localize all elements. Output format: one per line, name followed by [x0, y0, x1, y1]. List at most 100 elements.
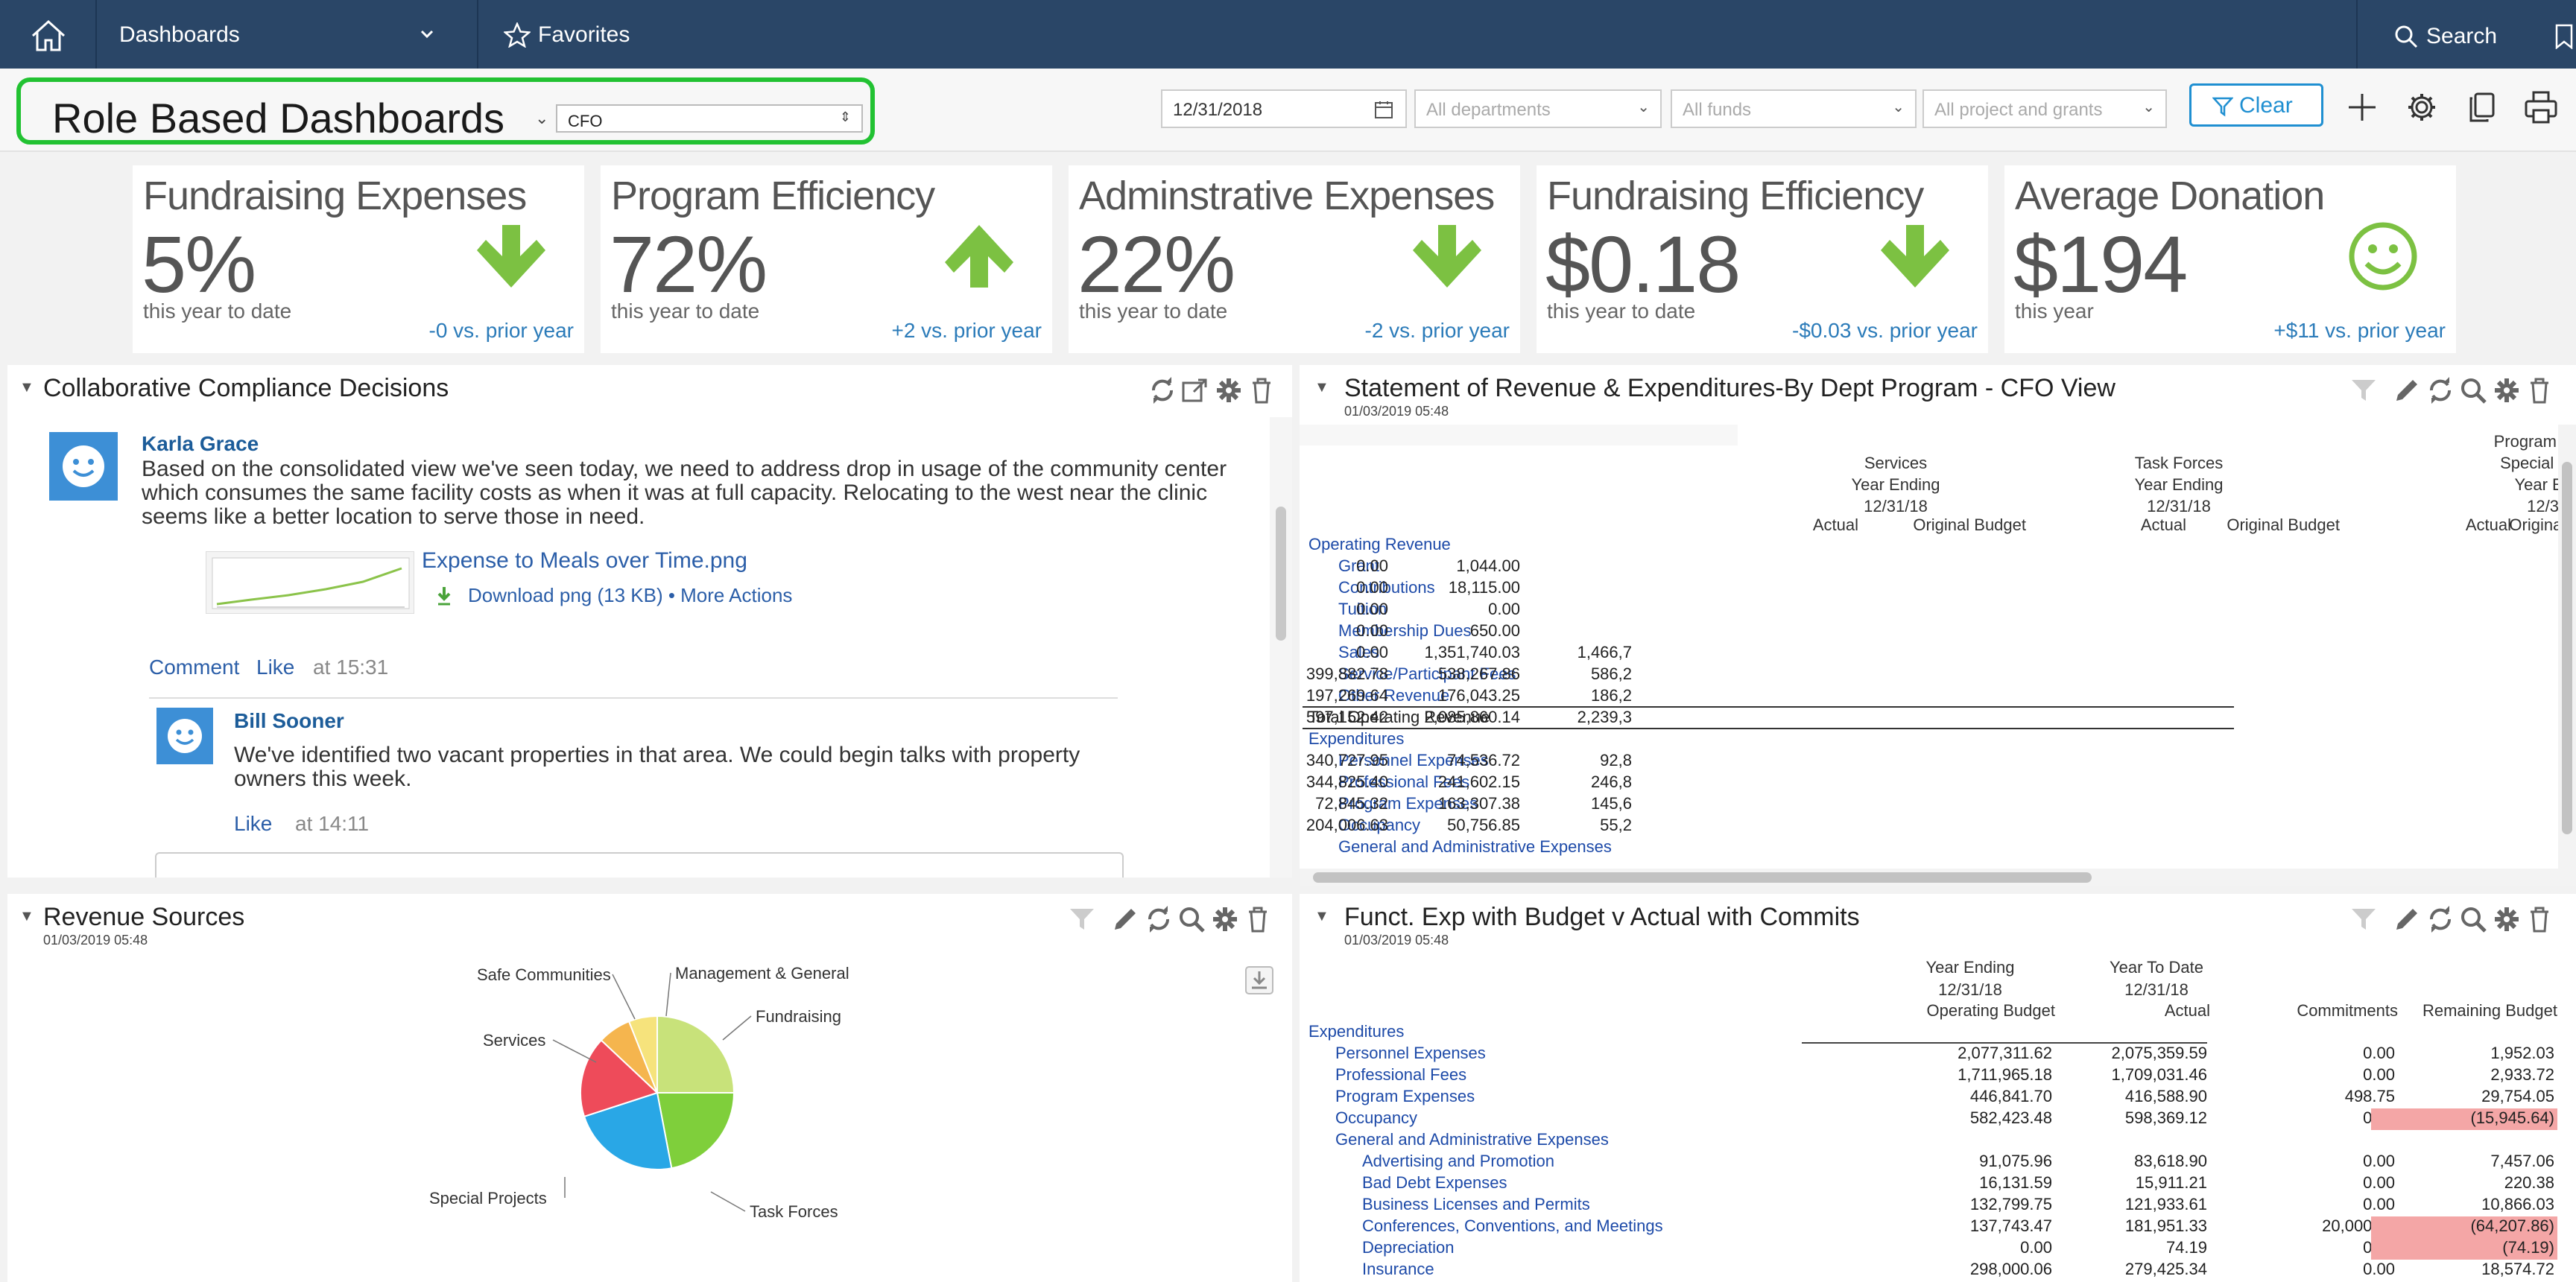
search-icon[interactable]	[2458, 904, 2488, 934]
row-label[interactable]: Operating Revenue	[1308, 535, 1451, 554]
search-button[interactable]: Search	[2426, 24, 2497, 49]
date-filter[interactable]: 12/31/2018	[1161, 89, 1407, 128]
calendar-icon[interactable]	[1374, 100, 1393, 119]
row-label[interactable]: Insurance	[1362, 1260, 1434, 1279]
table-row[interactable]: Tuition0.000.001,807,805.000.000.00	[1300, 600, 2559, 621]
kpi-card-fundraising-expenses[interactable]: Fundraising Expenses 5% this year to dat…	[133, 165, 584, 353]
kpi-card-fundraising-efficiency[interactable]: Fundraising Efficiency $0.18 this year t…	[1537, 165, 1988, 353]
post-author[interactable]: Bill Sooner	[234, 709, 344, 733]
row-label[interactable]: Occupancy	[1335, 1108, 1417, 1128]
gear-icon[interactable]	[1214, 375, 1244, 405]
table-row[interactable]: Professional Fees672,446.53678,714.86269…	[1300, 772, 2559, 794]
kpi-card-average-donation[interactable]: Average Donation $194 this year +$11 vs.…	[2004, 165, 2456, 353]
like-link[interactable]: Like	[234, 812, 272, 836]
reply-input[interactable]	[155, 852, 1124, 878]
table-row[interactable]: Total Operating Revenue1,481,586.781,342…	[1300, 706, 2559, 729]
row-label[interactable]: Bad Debt Expenses	[1362, 1173, 1507, 1193]
role-select[interactable]: CFO ⇕	[556, 104, 863, 133]
table-row[interactable]: Program Expenses100,321.88191,882.6983,7…	[1300, 794, 2559, 816]
table-row[interactable]: Depreciation0.0074.190.00(74.19)	[1300, 1238, 2576, 1260]
pencil-icon[interactable]	[2392, 375, 2422, 405]
gear-icon[interactable]	[2492, 904, 2522, 934]
scrollbar-thumb[interactable]	[1313, 872, 2092, 883]
favorites-menu[interactable]: Favorites	[538, 22, 630, 48]
table-row[interactable]: Occupancy143,409.69128,489.79187,303.852…	[1300, 816, 2559, 837]
row-label[interactable]: Expenditures	[1308, 729, 1404, 749]
funds-filter[interactable]: All funds ⌄	[1671, 89, 1917, 128]
table-row[interactable]: General and Administrative Expenses	[1300, 1130, 2576, 1152]
table-row[interactable]: Program Expenses 446,841.70 416,588.90 498.…	[1300, 1087, 2576, 1108]
table-row[interactable]: Professional Fees 1,711,965.18 1,709,031.4…	[1300, 1065, 2576, 1087]
kpi-card-administrative-expenses[interactable]: Adminstrative Expenses 22% this year to …	[1069, 165, 1520, 353]
refresh-icon[interactable]	[1148, 375, 1177, 405]
trash-icon[interactable]	[2525, 375, 2554, 405]
table-row[interactable]: Sales5,129.100.000.000.001,351,740.031,4…	[1300, 643, 2559, 664]
collapse-triangle-icon[interactable]: ▼	[1314, 380, 1329, 395]
table-row[interactable]: Personnel Expenses 2,077,311.62 2,075,359.…	[1300, 1042, 2576, 1065]
horizontal-scrollbar[interactable]	[1300, 869, 2576, 886]
avatar[interactable]	[49, 432, 118, 501]
table-row[interactable]: Grant482,000.00250,000.000.000.001,044.0…	[1300, 556, 2559, 578]
table-row[interactable]: Conferences, Conventions, and Meetings 13…	[1300, 1216, 2576, 1238]
filter-icon[interactable]	[2349, 375, 2379, 405]
home-icon[interactable]	[30, 19, 67, 52]
scrollbar-thumb[interactable]	[1276, 507, 1286, 641]
chevron-down-icon[interactable]	[416, 25, 438, 43]
add-icon[interactable]	[2344, 89, 2380, 125]
table-row[interactable]: Expenditures	[1300, 1022, 2576, 1044]
collapse-triangle-icon[interactable]: ▼	[1314, 909, 1329, 924]
copy-icon[interactable]	[2463, 89, 2499, 125]
row-label[interactable]: General and Administrative Expenses	[1338, 837, 1612, 857]
table-row[interactable]: Bad Debt Expenses 16,131.59 15,911.21 0.00 2…	[1300, 1173, 2576, 1195]
star-icon[interactable]	[504, 22, 531, 48]
avatar[interactable]	[156, 708, 213, 764]
table-row[interactable]: Membership Dues3,030.840.000.000.00650.0…	[1300, 621, 2559, 643]
table-row[interactable]: Operating Revenue	[1300, 535, 2559, 556]
pie-slice[interactable]	[656, 1015, 735, 1094]
attachment-link[interactable]: Expense to Meals over Time.png	[422, 548, 747, 574]
post-author[interactable]: Karla Grace	[142, 432, 259, 456]
row-label[interactable]: Expenditures	[1308, 1022, 1404, 1041]
table-row[interactable]: Contributions10,995.000.0060,000.000.001…	[1300, 578, 2559, 600]
collapse-triangle-icon[interactable]: ▼	[19, 380, 34, 395]
like-link[interactable]: Like	[256, 656, 294, 679]
table-row[interactable]: Personnel Expenses961,938.66862,195.7339…	[1300, 751, 2559, 772]
print-icon[interactable]	[2523, 89, 2559, 125]
clear-filters-button[interactable]: Clear	[2189, 83, 2323, 127]
vertical-scrollbar[interactable]	[2558, 425, 2576, 869]
search-icon[interactable]	[2458, 375, 2488, 405]
row-label[interactable]: Advertising and Promotion	[1362, 1152, 1554, 1171]
search-icon[interactable]	[2393, 24, 2419, 49]
row-label[interactable]: Business Licenses and Permits	[1362, 1195, 1590, 1214]
table-row[interactable]: Advertising and Promotion 91,075.96 83,618…	[1300, 1152, 2576, 1173]
refresh-icon[interactable]	[2425, 904, 2455, 934]
scrollbar-thumb[interactable]	[2562, 462, 2572, 834]
table-row[interactable]: Insurance 298,000.06 279,425.34 0.00 18,574.…	[1300, 1260, 2576, 1281]
departments-filter[interactable]: All departments ⌄	[1414, 89, 1662, 128]
row-label[interactable]: Program Expenses	[1335, 1087, 1475, 1106]
table-row[interactable]: Other Revenue442,131.05479,489.14181,117…	[1300, 686, 2559, 708]
comment-link[interactable]: Comment	[149, 656, 239, 679]
trash-icon[interactable]	[1247, 375, 1276, 405]
attachment-thumbnail[interactable]	[206, 551, 414, 614]
row-label[interactable]: Personnel Expenses	[1335, 1044, 1486, 1063]
filter-icon[interactable]	[2349, 904, 2379, 934]
table-row[interactable]: General and Administrative Expenses	[1300, 837, 2559, 859]
external-link-icon[interactable]	[1180, 375, 1210, 405]
trash-icon[interactable]	[2525, 904, 2554, 934]
pencil-icon[interactable]	[2392, 904, 2422, 934]
chevron-down-icon[interactable]: ⌄	[535, 110, 548, 127]
download-link[interactable]: Download png (13 KB) • More Actions	[468, 584, 792, 607]
table-row[interactable]: Expenditures	[1300, 729, 2559, 751]
refresh-icon[interactable]	[2425, 375, 2455, 405]
table-row[interactable]: Business Licenses and Permits 132,799.75 1…	[1300, 1195, 2576, 1216]
projects-filter[interactable]: All project and grants ⌄	[1922, 89, 2167, 128]
table-row[interactable]: Service/Participant Fees538,300.79612,72…	[1300, 664, 2559, 686]
vertical-scrollbar[interactable]	[1270, 417, 1292, 878]
row-label[interactable]: Depreciation	[1362, 1238, 1455, 1257]
kpi-card-program-efficiency[interactable]: Program Efficiency 72% this year to date…	[601, 165, 1052, 353]
row-label[interactable]: Conferences, Conventions, and Meetings	[1362, 1216, 1663, 1236]
gear-icon[interactable]	[2492, 375, 2522, 405]
bookmark-icon[interactable]	[2554, 24, 2574, 49]
dashboards-menu[interactable]: Dashboards	[119, 22, 240, 48]
